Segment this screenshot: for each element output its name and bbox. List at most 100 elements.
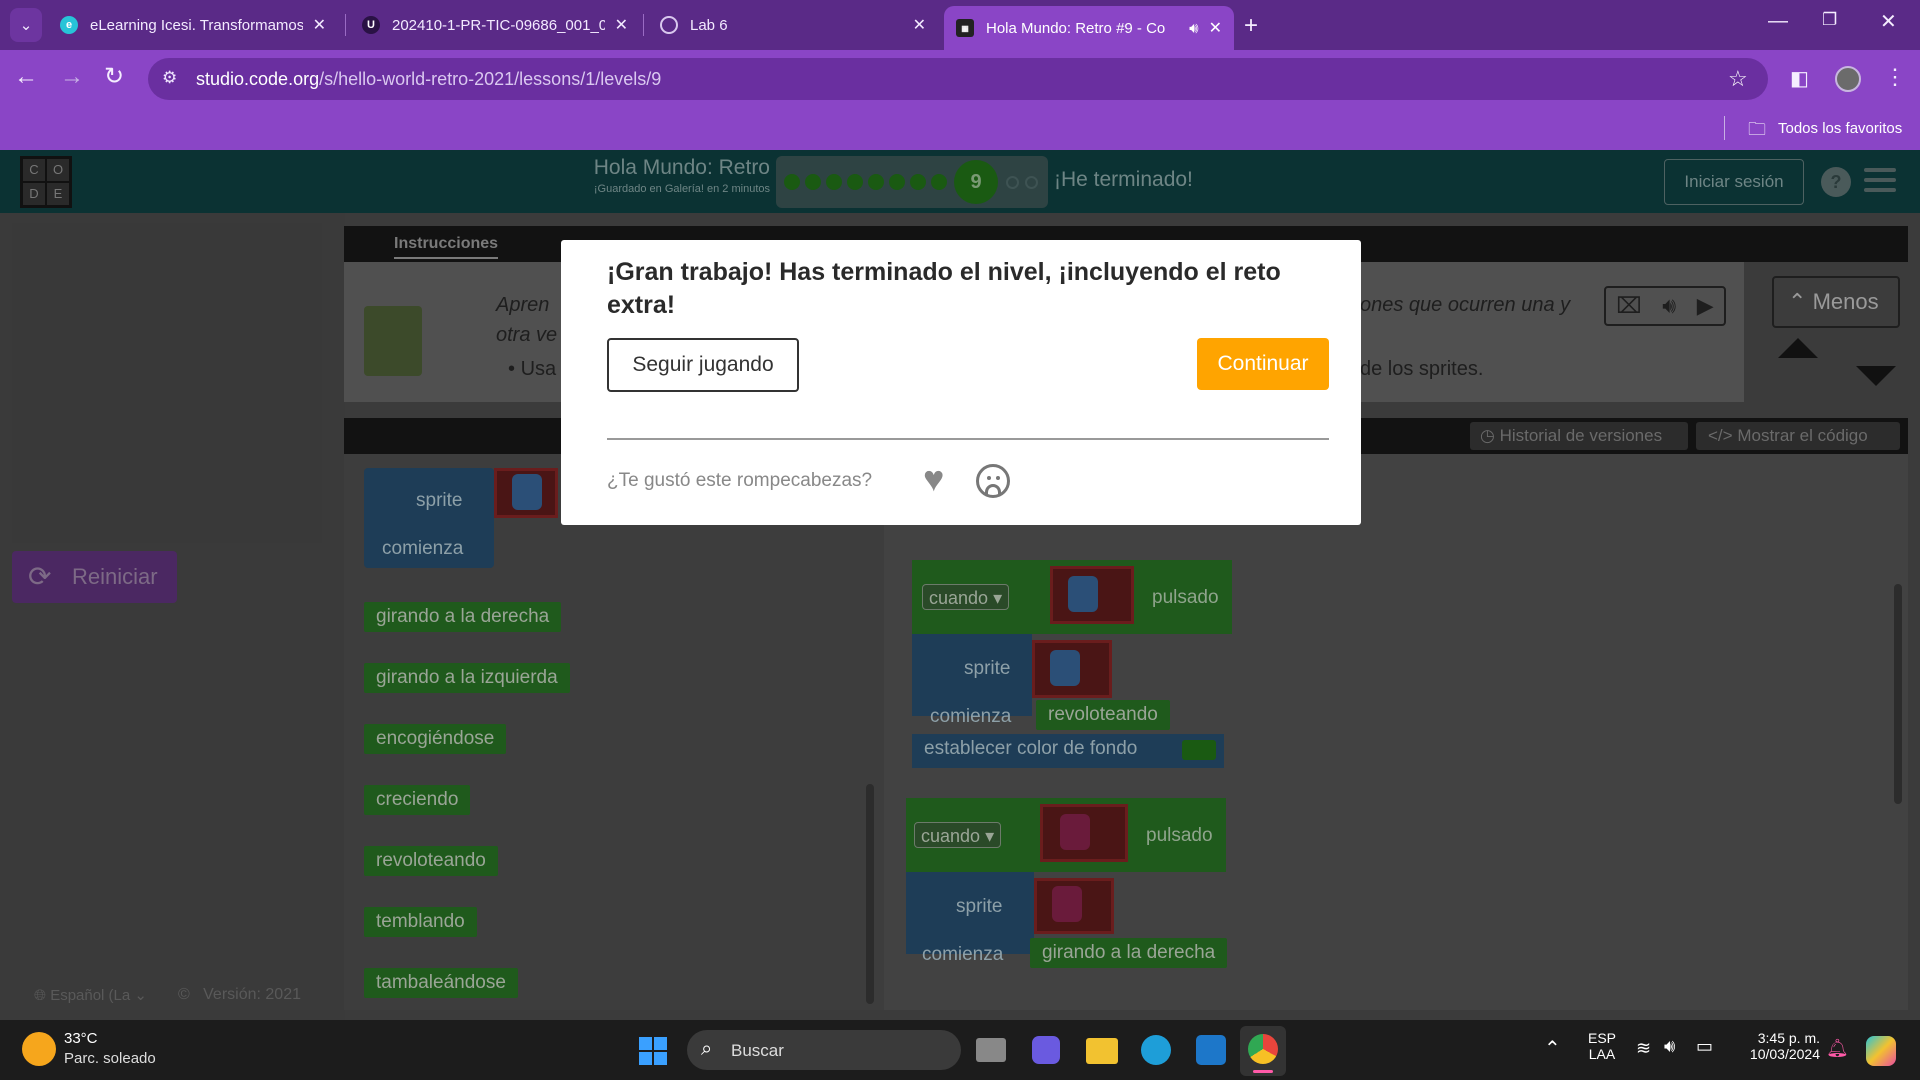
sad-face-icon[interactable] — [976, 464, 1010, 498]
play-icon[interactable]: ▶ — [1697, 293, 1714, 319]
weather-icon[interactable] — [22, 1032, 56, 1066]
tab-search-button[interactable]: ⌄ — [10, 8, 42, 42]
hamburger-menu-icon[interactable] — [1864, 168, 1896, 192]
site-info-icon[interactable]: ⚙ — [162, 68, 177, 88]
heart-icon[interactable]: ♥ — [923, 461, 944, 497]
event2-when-dropdown[interactable]: cuando ▾ — [914, 822, 1002, 848]
reload-icon[interactable]: ↻ — [104, 62, 124, 91]
background-color-swatch[interactable] — [1182, 740, 1216, 760]
toolbox-scrollbar[interactable] — [866, 784, 874, 1004]
url-path: /s/hello-world-retro-2021/lessons/1/leve… — [319, 69, 662, 89]
more-menu-icon[interactable]: ⋮ — [1884, 64, 1906, 90]
minimize-icon[interactable]: — — [1768, 10, 1788, 33]
edge-icon[interactable] — [1141, 1035, 1171, 1065]
volume-icon[interactable]: 🔊︎ — [1662, 293, 1676, 319]
progress-dot-completed[interactable] — [910, 174, 926, 190]
progress-dot-completed[interactable] — [931, 174, 947, 190]
toolbox-behavior-block[interactable]: revoloteando — [364, 846, 498, 876]
continue-button[interactable]: Continuar — [1197, 338, 1329, 390]
close-window-icon[interactable]: ✕ — [1880, 9, 1897, 34]
progress-dot-completed[interactable] — [868, 174, 884, 190]
toolbox-behavior-block[interactable]: creciendo — [364, 785, 471, 815]
version-history-button[interactable]: ◷ Historial de versiones — [1470, 422, 1688, 450]
workspace-scrollbar[interactable] — [1894, 584, 1902, 804]
keep-playing-button[interactable]: Seguir jugando — [607, 338, 799, 392]
forward-icon[interactable]: → — [60, 63, 84, 91]
sprite-icon — [512, 474, 542, 510]
bookmark-star-icon[interactable]: ☆ — [1728, 66, 1748, 92]
bookmarks-bar: 🗀 Todos los favoritos — [0, 108, 1920, 150]
progress-dot-completed[interactable] — [805, 174, 821, 190]
folder-icon: 🗀 — [1748, 119, 1766, 139]
close-tab-icon[interactable]: ✕ — [1209, 18, 1222, 38]
scroll-down-icon[interactable] — [1856, 366, 1896, 386]
start-menu-icon[interactable] — [639, 1037, 667, 1065]
reset-icon: ⟳ — [28, 561, 52, 592]
close-tab-icon[interactable]: ✕ — [913, 15, 926, 35]
event2-behavior-block[interactable]: girando a la derecha — [1030, 938, 1228, 968]
chevron-down-icon: ⌄ — [19, 17, 33, 34]
show-code-button[interactable]: </> Mostrar el código — [1696, 422, 1900, 450]
progress-dot-empty[interactable] — [1006, 176, 1019, 189]
current-level-badge[interactable]: 9 — [954, 160, 998, 204]
version-label: © Versión: 2021 — [178, 986, 301, 1003]
event1-when-dropdown[interactable]: cuando ▾ — [922, 584, 1010, 610]
text-to-speech-icon[interactable]: ⌧ — [1616, 293, 1641, 319]
clock[interactable]: 3:45 p. m. 10/03/2024 — [1730, 1030, 1820, 1062]
browser-tab-strip: ⌄ e eLearning Icesi. Transformamos ✕ U 2… — [0, 0, 1920, 50]
progress-dot-completed[interactable] — [889, 174, 905, 190]
event1-behavior-block[interactable]: revoloteando — [1036, 700, 1170, 730]
toolbox-behavior-block[interactable]: temblando — [364, 907, 477, 937]
reset-button[interactable]: ⟳ Reiniciar — [12, 551, 177, 603]
toolbox-behavior-block[interactable]: tambaleándose — [364, 968, 518, 998]
battery-icon[interactable]: ▭ — [1696, 1036, 1713, 1057]
language-select[interactable]: 🌐︎ Español (La ⌄ — [34, 986, 147, 1004]
speaker-icon[interactable]: 🔊︎ — [1189, 20, 1198, 37]
file-explorer-icon[interactable] — [1086, 1038, 1118, 1064]
less-button[interactable]: ⌃ Menos — [1772, 276, 1900, 328]
taskbar-search[interactable]: ⌕ Buscar — [687, 1030, 961, 1070]
tab-hola-mundo[interactable]: ▦ Hola Mundo: Retro #9 - Co 🔊︎ ✕ — [944, 6, 1234, 50]
tab-instructions[interactable]: Instrucciones — [394, 235, 499, 259]
address-bar[interactable]: ⚙ studio.code.org/s/hello-world-retro-20… — [148, 58, 1768, 100]
show-hidden-icons[interactable]: ⌃ — [1544, 1036, 1561, 1061]
all-bookmarks-link[interactable]: Todos los favoritos — [1778, 120, 1902, 137]
left-panel: ⟳ Reiniciar 🌐︎ Español (La ⌄ © Versión: … — [0, 213, 345, 1020]
close-tab-icon[interactable]: ✕ — [313, 15, 326, 35]
toolbox-behavior-block[interactable]: encogiéndose — [364, 724, 507, 754]
chrome-taskbar-button[interactable] — [1240, 1026, 1286, 1076]
taskbar: 33°C Parc. soleado ⌕ Buscar ⌃ ESP LAA ≋ … — [0, 1020, 1920, 1080]
meet-icon[interactable] — [1032, 1036, 1060, 1064]
help-icon[interactable]: ? — [1821, 167, 1851, 197]
code-logo[interactable]: C O D E — [20, 156, 72, 208]
vscode-icon[interactable] — [1196, 1035, 1226, 1065]
login-button[interactable]: Iniciar sesión — [1664, 159, 1804, 205]
profile-avatar[interactable] — [1835, 66, 1861, 92]
notification-bell-icon[interactable]: 🔔︎ — [1826, 1038, 1849, 1059]
finished-label[interactable]: ¡He terminado! — [1054, 168, 1193, 192]
course-title[interactable]: Hola Mundo: Retro — [540, 156, 770, 180]
task-view-icon[interactable] — [976, 1038, 1006, 1062]
progress-dot-completed[interactable] — [784, 174, 800, 190]
tab-elearning[interactable]: e eLearning Icesi. Transformamos ✕ — [48, 8, 338, 42]
scroll-up-icon[interactable] — [1778, 338, 1818, 358]
progress-dot-empty[interactable] — [1025, 176, 1038, 189]
progress-dot-completed[interactable] — [826, 174, 842, 190]
back-icon[interactable]: ← — [14, 63, 38, 91]
tab-lab6[interactable]: Lab 6 ✕ — [648, 8, 938, 42]
toolbox: sprite comienza girando a la derecha gira… — [344, 454, 884, 1010]
tab-course[interactable]: U 202410-1-PR-TIC-09686_001_0 ✕ — [350, 8, 640, 42]
copilot-icon[interactable] — [1866, 1036, 1896, 1066]
side-panel-icon[interactable]: ◧ — [1790, 66, 1809, 91]
wifi-icon[interactable]: ≋ — [1636, 1038, 1651, 1059]
game-canvas[interactable] — [12, 223, 322, 543]
collapse-icon: ⌃ — [1788, 289, 1807, 314]
progress-dot-completed[interactable] — [847, 174, 863, 190]
input-language[interactable]: ESP LAA — [1588, 1030, 1616, 1062]
volume-icon[interactable]: 🔊︎ — [1664, 1036, 1675, 1057]
toolbox-behavior-block[interactable]: girando a la derecha — [364, 602, 562, 632]
restore-icon[interactable]: ❐ — [1822, 10, 1837, 30]
close-tab-icon[interactable]: ✕ — [615, 15, 628, 35]
toolbox-behavior-block[interactable]: girando a la izquierda — [364, 663, 570, 693]
new-tab-icon[interactable]: + — [1244, 12, 1258, 40]
